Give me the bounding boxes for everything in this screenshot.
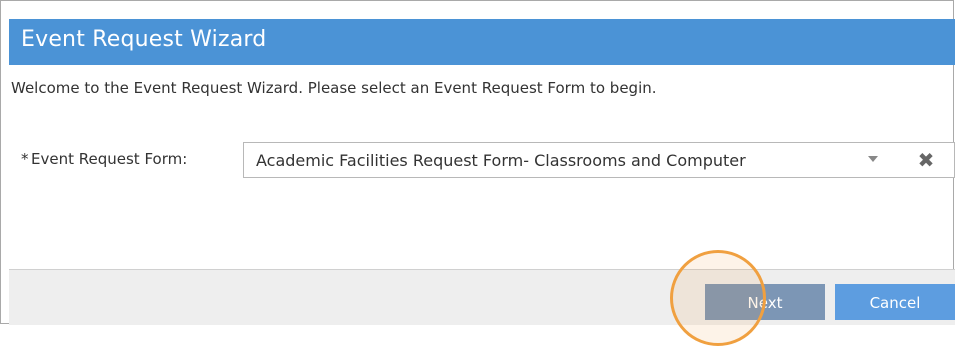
- dialog-footer: Next Cancel: [9, 270, 955, 325]
- cancel-button[interactable]: Cancel: [835, 284, 955, 320]
- event-request-form-label: Event Request Form:: [31, 150, 188, 168]
- selected-form-value: Academic Facilities Request Form- Classr…: [256, 151, 746, 170]
- intro-text: Welcome to the Event Request Wizard. Ple…: [11, 79, 657, 97]
- dialog-title: Event Request Wizard: [21, 27, 267, 52]
- next-button[interactable]: Next: [705, 284, 825, 320]
- event-request-form-select[interactable]: Academic Facilities Request Form- Classr…: [243, 142, 955, 178]
- event-request-form-row: * Event Request Form: Academic Facilitie…: [21, 142, 955, 178]
- required-marker: *: [21, 150, 29, 168]
- event-request-wizard-dialog: Event Request Wizard Welcome to the Even…: [0, 0, 955, 325]
- close-icon[interactable]: ✖: [914, 148, 938, 172]
- dialog-titlebar: Event Request Wizard: [9, 19, 955, 65]
- chevron-down-icon[interactable]: [868, 156, 878, 162]
